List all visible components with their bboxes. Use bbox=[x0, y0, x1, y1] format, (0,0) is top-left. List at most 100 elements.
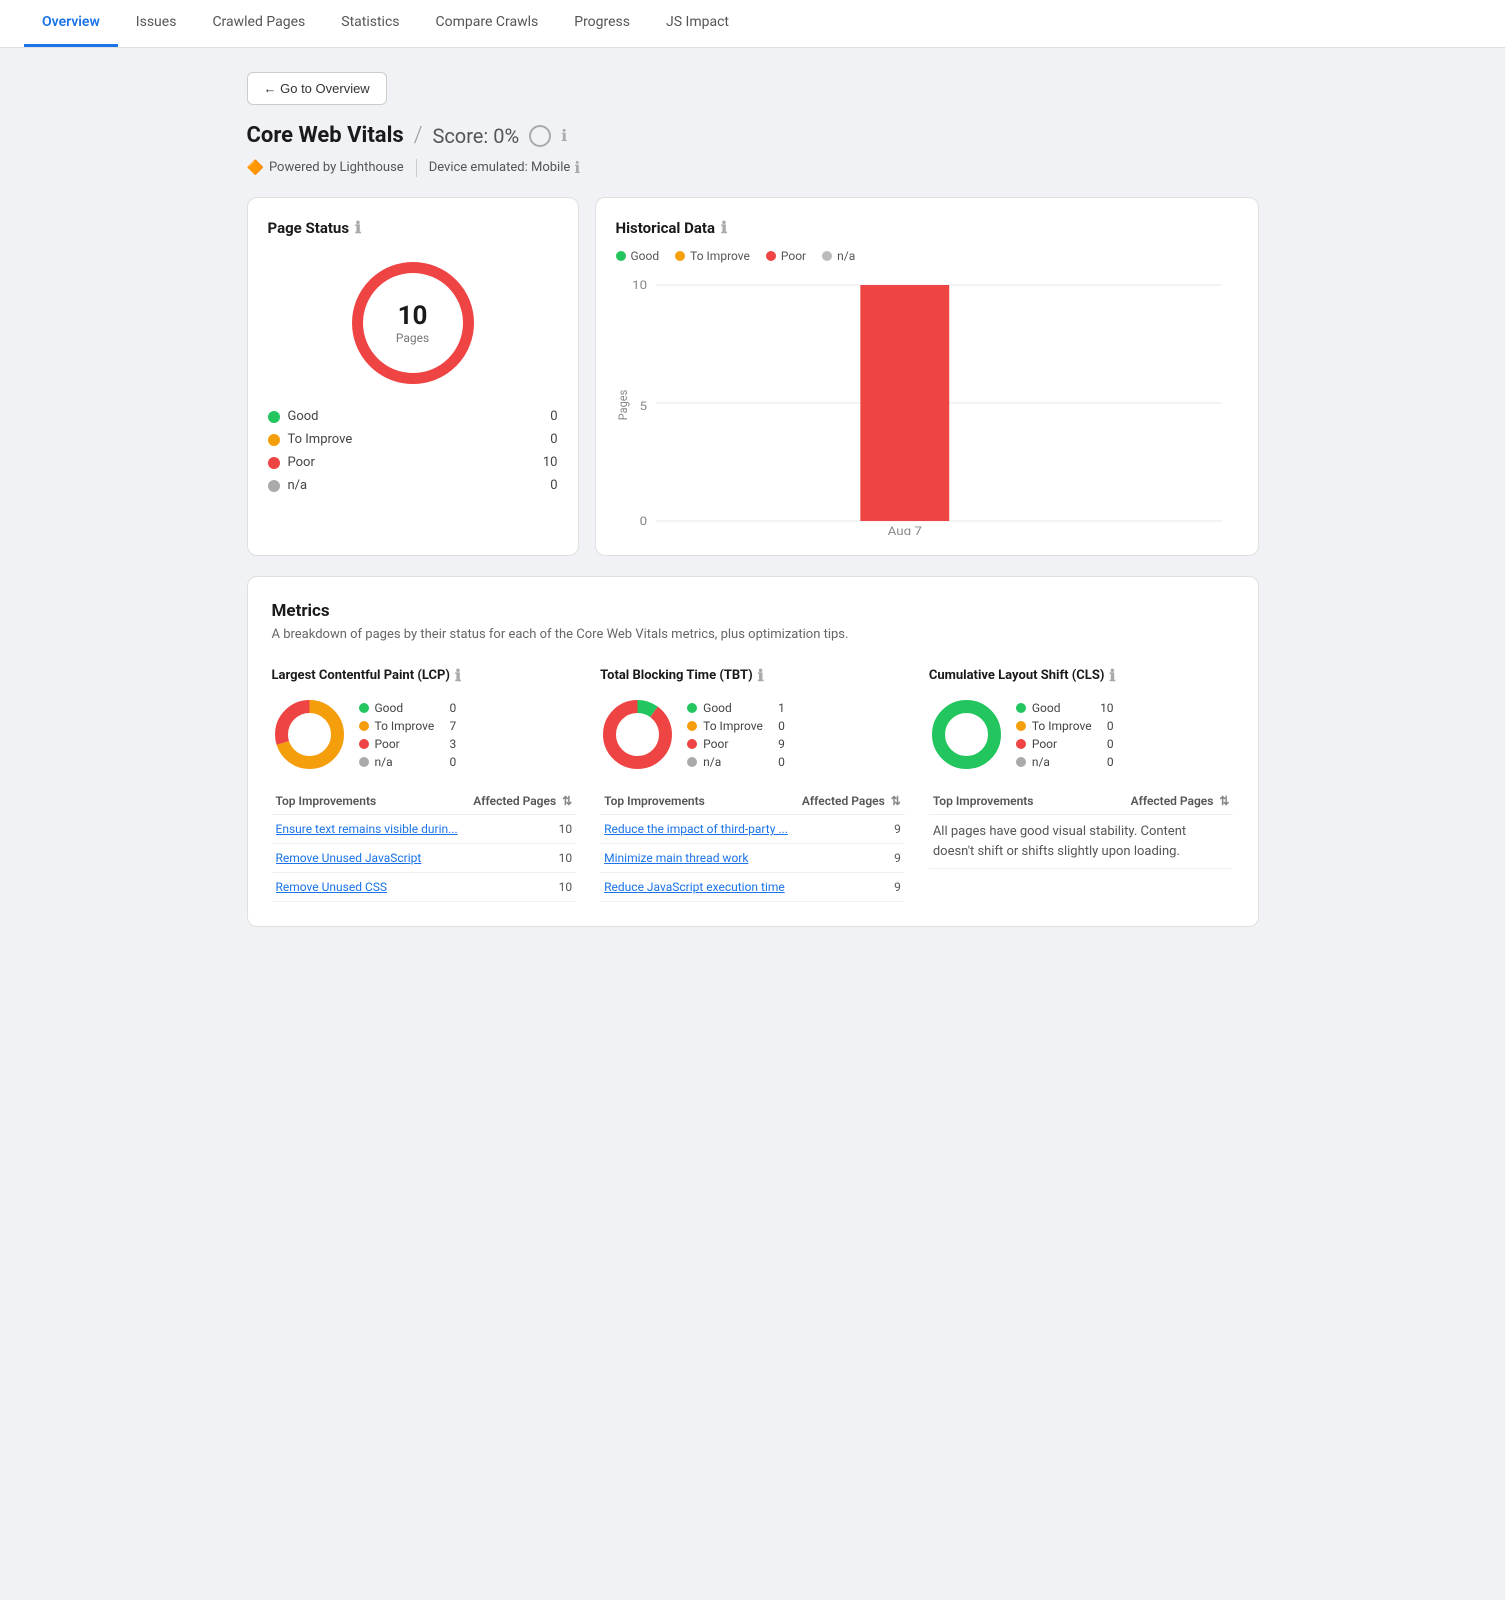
nav-item-js-impact[interactable]: JS Impact bbox=[648, 0, 747, 47]
historical-legend: Good To Improve Poor n/a bbox=[616, 249, 1238, 263]
page-status-info-icon[interactable]: ℹ bbox=[355, 218, 361, 237]
lcp-link-2[interactable]: Remove Unused CSS bbox=[276, 880, 463, 894]
tbt-link-2[interactable]: Reduce JavaScript execution time bbox=[604, 880, 792, 894]
legend-dot-toimprove bbox=[268, 434, 280, 446]
tbt-link-1[interactable]: Minimize main thread work bbox=[604, 851, 792, 865]
legend-name-good: Good bbox=[288, 409, 530, 424]
tbt-dot-good bbox=[687, 703, 697, 713]
back-button[interactable]: ← Go to Overview bbox=[247, 72, 387, 105]
cls-val-good: 10 bbox=[1098, 701, 1114, 715]
lcp-name-poor: Poor bbox=[375, 737, 435, 751]
cls-dot-toimprove bbox=[1016, 721, 1026, 731]
legend-item-na: n/a 0 bbox=[268, 478, 558, 493]
tbt-donut-svg bbox=[600, 697, 675, 772]
bar-chart: 10 5 0 Pages Aug 7 bbox=[616, 275, 1238, 535]
svg-text:10: 10 bbox=[632, 279, 647, 293]
tbt-val-good: 1 bbox=[769, 701, 785, 715]
donut-chart: 10 Pages bbox=[343, 253, 483, 393]
nav-item-compare-crawls[interactable]: Compare Crawls bbox=[418, 0, 557, 47]
tbt-pages-0: 9 bbox=[796, 815, 905, 844]
hist-label-na: n/a bbox=[837, 249, 855, 263]
tbt-legend-na: n/a 0 bbox=[687, 755, 785, 769]
cls-name-na: n/a bbox=[1032, 755, 1092, 769]
legend-dot-poor bbox=[268, 457, 280, 469]
lcp-legend: Good 0 To Improve 7 Poor 3 bbox=[359, 701, 457, 769]
tbt-sort-icon[interactable]: ⇅ bbox=[891, 794, 901, 808]
lcp-legend-toimprove: To Improve 7 bbox=[359, 719, 457, 733]
title-separator: / bbox=[414, 123, 423, 148]
tbt-pages-2: 9 bbox=[796, 873, 905, 902]
lcp-pages-2: 10 bbox=[466, 873, 576, 902]
tbt-name-toimprove: To Improve bbox=[703, 719, 763, 733]
lcp-legend-na: n/a 0 bbox=[359, 755, 457, 769]
title-info-icon[interactable]: ℹ bbox=[561, 126, 567, 145]
tbt-name-poor: Poor bbox=[703, 737, 763, 751]
metric-lcp: Largest Contentful Paint (LCP) ℹ bbox=[272, 666, 577, 902]
hist-dot-toimprove bbox=[675, 251, 685, 261]
lcp-val-na: 0 bbox=[440, 755, 456, 769]
tbt-col-pages: Affected Pages ⇅ bbox=[796, 788, 905, 815]
lcp-sort-icon[interactable]: ⇅ bbox=[562, 794, 572, 808]
tbt-link-0[interactable]: Reduce the impact of third-party ... bbox=[604, 822, 792, 836]
lighthouse-icon: 🔶 bbox=[247, 160, 264, 176]
score-text: Score: 0% bbox=[432, 124, 519, 148]
lcp-info-icon[interactable]: ℹ bbox=[455, 666, 461, 685]
lcp-link-0[interactable]: Ensure text remains visible durin... bbox=[276, 822, 463, 836]
hist-label-poor: Poor bbox=[781, 249, 806, 263]
cls-dot-na bbox=[1016, 757, 1026, 767]
legend-dot-na bbox=[268, 480, 280, 492]
nav-item-statistics[interactable]: Statistics bbox=[323, 0, 417, 47]
donut-label: Pages bbox=[396, 331, 429, 345]
cls-dot-good bbox=[1016, 703, 1026, 713]
donut-chart-container: 10 Pages bbox=[268, 253, 558, 393]
lcp-col-pages: Affected Pages ⇅ bbox=[466, 788, 576, 815]
metric-tbt-title: Total Blocking Time (TBT) ℹ bbox=[600, 666, 905, 685]
tbt-legend-poor: Poor 9 bbox=[687, 737, 785, 751]
lighthouse-badge: 🔶 Powered by Lighthouse bbox=[247, 160, 404, 176]
tbt-val-toimprove: 0 bbox=[769, 719, 785, 733]
cls-sort-icon[interactable]: ⇅ bbox=[1219, 794, 1229, 808]
metrics-subtitle: A breakdown of pages by their status for… bbox=[272, 627, 1234, 642]
tbt-donut bbox=[600, 697, 675, 772]
page-title-row: Core Web Vitals / Score: 0% ℹ bbox=[247, 123, 1259, 148]
legend-value-toimprove: 0 bbox=[538, 432, 558, 447]
nav-bar: Overview Issues Crawled Pages Statistics… bbox=[0, 0, 1505, 48]
hist-legend-na: n/a bbox=[822, 249, 855, 263]
subtitle-row: 🔶 Powered by Lighthouse Device emulated:… bbox=[247, 158, 1259, 177]
page-status-legend: Good 0 To Improve 0 Poor 10 n/a 0 bbox=[268, 409, 558, 493]
tbt-val-poor: 9 bbox=[769, 737, 785, 751]
cls-info-icon[interactable]: ℹ bbox=[1109, 666, 1115, 685]
donut-number: 10 bbox=[396, 301, 429, 331]
lcp-link-1[interactable]: Remove Unused JavaScript bbox=[276, 851, 463, 865]
nav-item-overview[interactable]: Overview bbox=[24, 0, 118, 47]
cls-legend-poor: Poor 0 bbox=[1016, 737, 1114, 751]
cls-dot-poor bbox=[1016, 739, 1026, 749]
cls-val-poor: 0 bbox=[1098, 737, 1114, 751]
tbt-val-na: 0 bbox=[769, 755, 785, 769]
tbt-improvements-table: Top Improvements Affected Pages ⇅ Reduce… bbox=[600, 788, 905, 902]
device-label: Device emulated: Mobile bbox=[429, 160, 571, 175]
device-info-icon[interactable]: ℹ bbox=[574, 158, 580, 177]
nav-item-progress[interactable]: Progress bbox=[556, 0, 648, 47]
tbt-row-0: Reduce the impact of third-party ... 9 bbox=[600, 815, 905, 844]
cls-good-message: All pages have good visual stability. Co… bbox=[933, 824, 1186, 859]
cls-val-toimprove: 0 bbox=[1098, 719, 1114, 733]
lcp-col-improvements: Top Improvements bbox=[272, 788, 467, 815]
cls-donut-row: Good 10 To Improve 0 Poor 0 bbox=[929, 697, 1234, 772]
metrics-grid: Largest Contentful Paint (LCP) ℹ bbox=[272, 666, 1234, 902]
legend-name-na: n/a bbox=[288, 478, 530, 493]
cls-name-toimprove: To Improve bbox=[1032, 719, 1092, 733]
cls-val-na: 0 bbox=[1098, 755, 1114, 769]
legend-value-na: 0 bbox=[538, 478, 558, 493]
svg-text:0: 0 bbox=[639, 515, 646, 529]
tbt-legend: Good 1 To Improve 0 Poor 9 bbox=[687, 701, 785, 769]
cls-col-pages: Affected Pages ⇅ bbox=[1091, 788, 1234, 815]
tbt-info-icon[interactable]: ℹ bbox=[758, 666, 764, 685]
device-info: Device emulated: Mobile ℹ bbox=[429, 158, 581, 177]
nav-item-issues[interactable]: Issues bbox=[118, 0, 195, 47]
nav-item-crawled-pages[interactable]: Crawled Pages bbox=[194, 0, 323, 47]
hist-label-good: Good bbox=[631, 249, 660, 263]
tbt-pages-1: 9 bbox=[796, 844, 905, 873]
lcp-row-2: Remove Unused CSS 10 bbox=[272, 873, 577, 902]
historical-info-icon[interactable]: ℹ bbox=[721, 218, 727, 237]
